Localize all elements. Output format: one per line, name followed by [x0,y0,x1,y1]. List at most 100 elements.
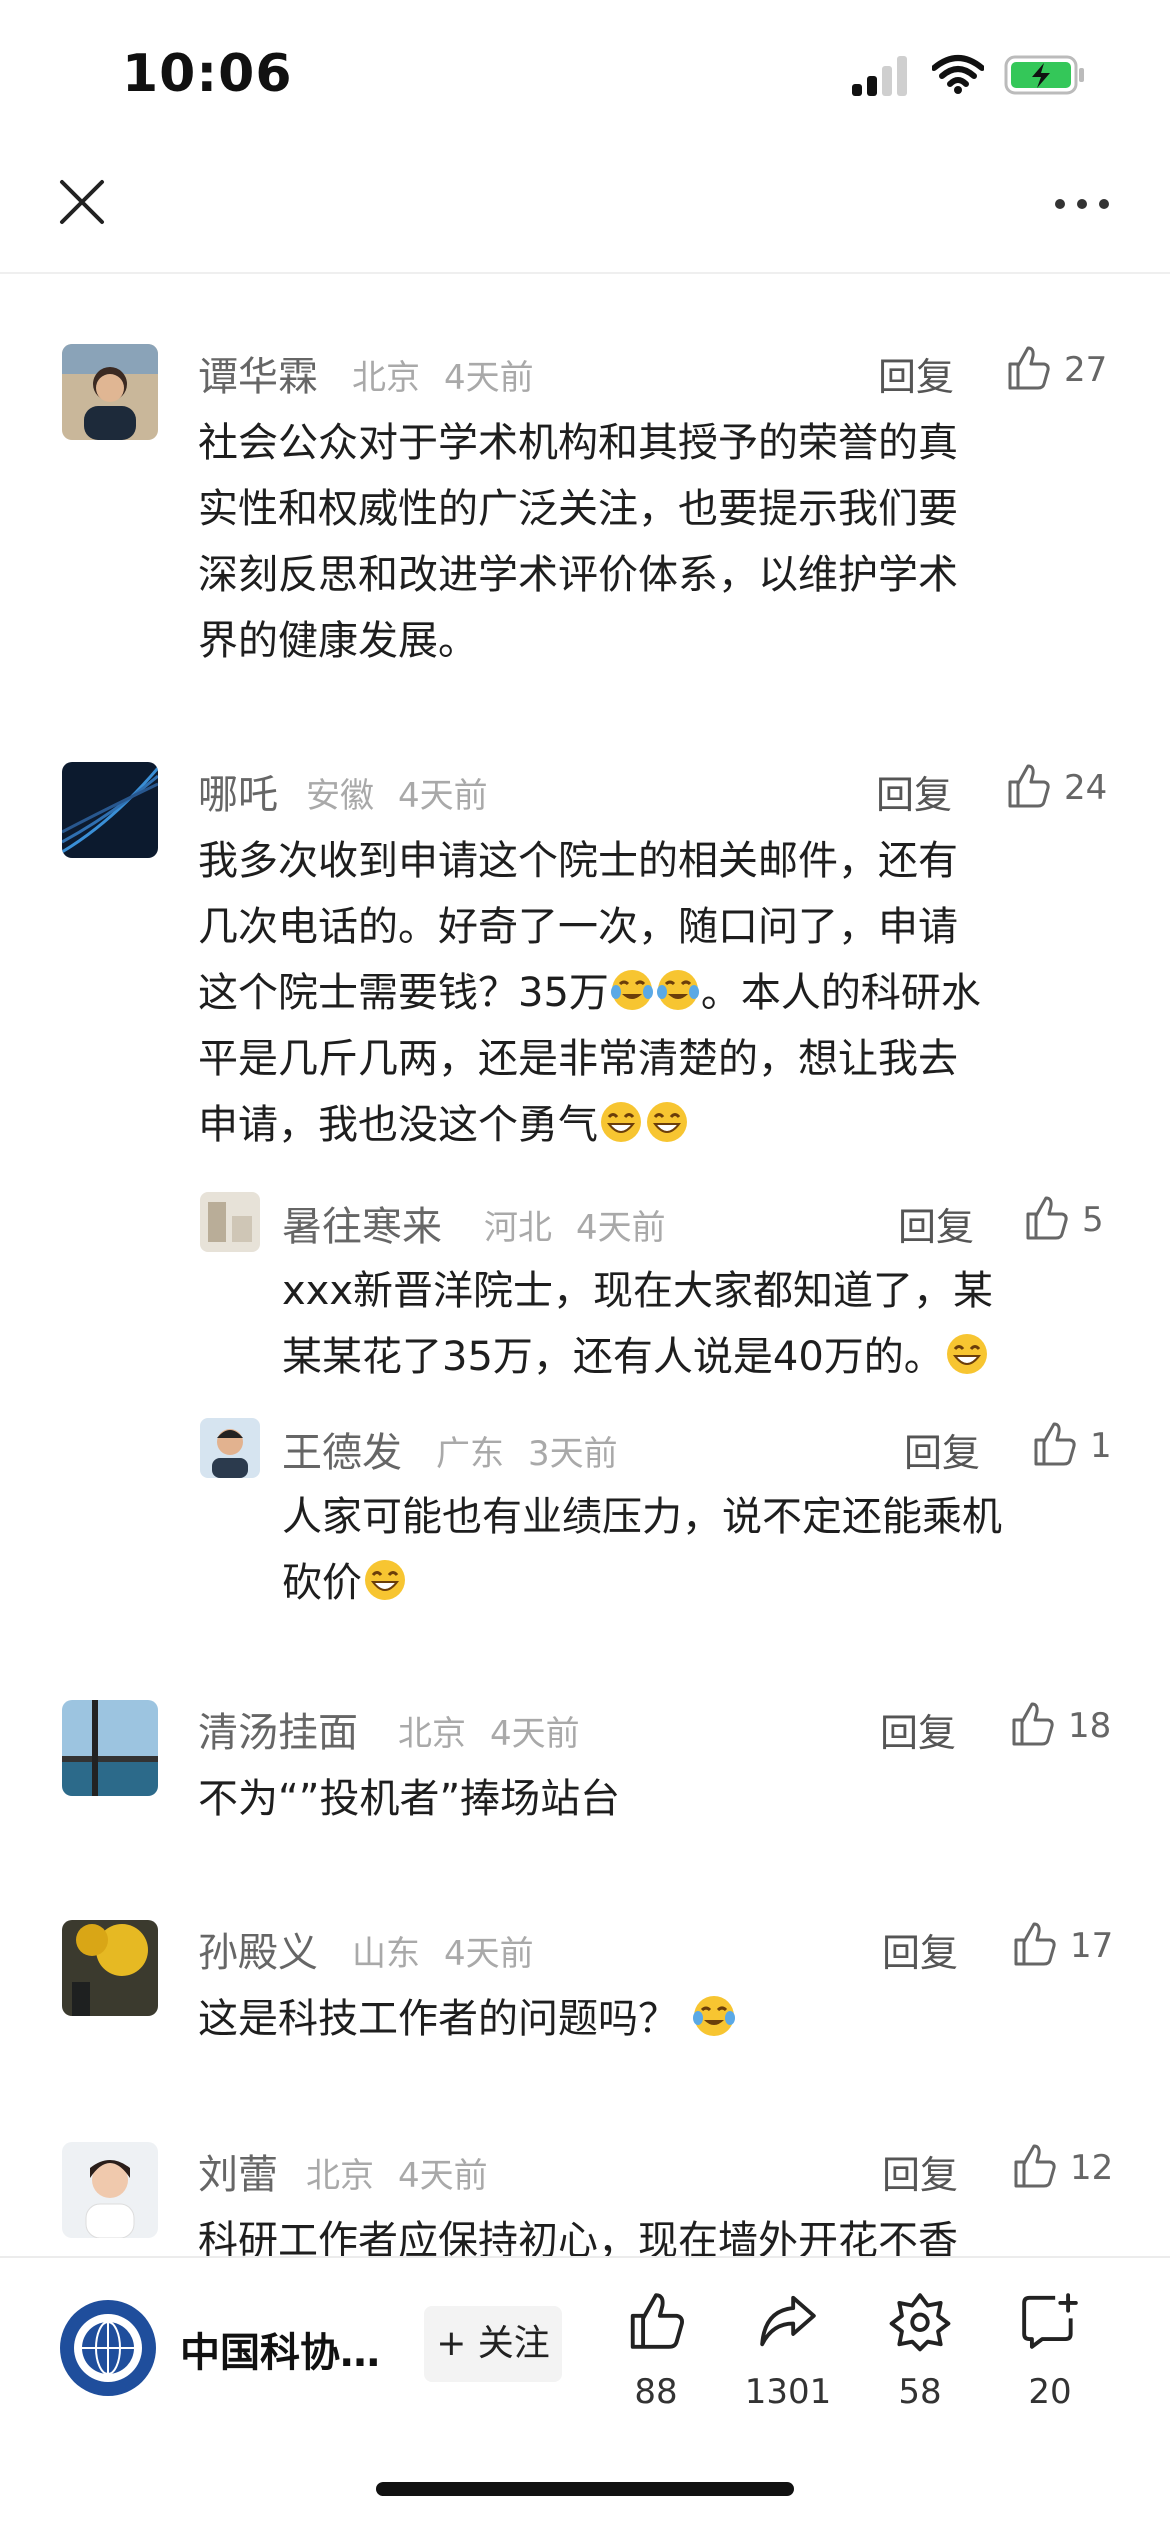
avatar[interactable] [62,762,158,858]
comment-line: 不为“”投机者”捧场站台 [198,1776,621,1822]
comment-location: 北京 [306,2156,374,2196]
avatar[interactable] [200,1192,260,1252]
like-count: 18 [1068,1706,1112,1746]
comment-location: 北京 [352,358,420,398]
reply-location: 河北 [484,1208,552,1248]
comment-author[interactable]: 刘蕾 [198,2142,278,2200]
channel-name[interactable]: 中国科协… [180,2320,380,2378]
comment-line: 社会公众对于学术机构和其授予的荣誉的真 [198,420,958,466]
comment-text: 不为“”投机者”捧场站台 [198,1766,1118,1832]
thumbs-up-icon[interactable] [1010,2142,1058,2190]
reply-button[interactable]: 回复 [904,1422,980,1477]
reply-button[interactable]: 回复 [882,1922,958,1977]
like-count: 17 [1070,1926,1114,1966]
thumbs-up-icon[interactable] [1022,1194,1070,1242]
comment-line-segment: 某某花了35万，还有人说是40万的。 [282,1334,944,1380]
comment-line-segment: 这个院士需要钱？35万 [198,970,609,1016]
comment-line: 几次电话的。好奇了一次，随口问了，申请 [198,904,958,950]
comment-line-segment: 申请，我也没这个勇气 [198,1102,598,1148]
share-action[interactable]: 1301 [728,2290,848,2412]
reply-button[interactable]: 回复 [880,1702,956,1757]
reply-author[interactable]: 暑往寒来 [282,1194,442,1252]
share-count: 1301 [744,2372,832,2412]
comment-line: 这是科技工作者的问题吗？ [198,1986,1118,2052]
thumbs-up-icon[interactable] [1008,1700,1056,1748]
like-count: 5 [1082,1200,1104,1240]
comment-time: 4天前 [398,2156,488,2196]
comment-time: 4天前 [444,1934,534,1974]
thumbs-up-icon[interactable] [1030,1420,1078,1468]
reply-author[interactable]: 王德发 [282,1420,402,1478]
thumbs-up-icon[interactable] [1004,762,1052,810]
like-count: 27 [1064,350,1108,390]
comment-location: 山东 [352,1934,420,1974]
comment-text: 社会公众对于学术机构和其授予的荣誉的真 实性和权威性的广泛关注，也要提示我们要 … [198,410,1118,674]
collect-action[interactable]: 58 [860,2290,980,2412]
comment-time: 4天前 [444,358,534,398]
grinning-emoji-icon [946,1334,987,1374]
comment-text: 这是科技工作者的问题吗？ [198,1986,1118,2052]
battery-charging-icon [1004,55,1084,95]
comment-add-icon [1022,2293,1078,2349]
comment-line: 实性和权威性的广泛关注，也要提示我们要 [198,486,958,532]
comment-location: 北京 [398,1714,466,1754]
wifi-icon [932,55,984,94]
share-icon [760,2295,816,2347]
avatar[interactable] [62,2142,158,2238]
thumbs-up-icon[interactable] [1010,1920,1058,1968]
collect-icon [889,2293,951,2352]
like-count: 88 [634,2372,678,2412]
grinning-emoji-icon [365,1560,405,1600]
comment-line: 某某花了35万，还有人说是40万的。 [282,1324,1132,1390]
comment-line: 界的健康发展。 [198,618,478,664]
comment-line-segment: 砍价 [282,1560,362,1606]
thumbs-up-icon [630,2293,684,2349]
cellular-signal-icon [852,56,907,96]
like-action[interactable]: 88 [596,2290,716,2412]
comment-line-segment: 。本人的科研水 [700,970,981,1016]
comment-line: 平是几斤几两，还是非常清楚的，想让我去 [198,1036,958,1082]
reply-button[interactable]: 回复 [878,346,954,401]
avatar[interactable] [62,344,158,440]
grinning-emoji-icon [647,1102,687,1142]
status-time: 10:06 [122,44,293,104]
comment-line: 我多次收到申请这个院士的相关邮件，还有 [198,838,958,884]
comment-list[interactable]: 谭华霖 北京 4天前 回复 27 社会公众对于学术机构和其授予的荣誉的真 实性和… [0,274,1170,2256]
like-count: 1 [1090,1426,1112,1466]
comment-line-segment: 这是科技工作者的问题吗？ [198,1996,678,2042]
comment-line: 深刻反思和改进学术评价体系，以维护学术 [198,552,958,598]
close-icon[interactable] [58,178,106,226]
channel-logo-icon[interactable] [58,2298,158,2398]
more-icon[interactable] [1052,196,1112,212]
comment-count: 20 [1028,2372,1072,2412]
crying-laughing-emoji-icon [610,970,653,1010]
thumbs-up-icon[interactable] [1004,344,1052,392]
follow-button[interactable]: + 关注 [424,2306,562,2382]
crying-laughing-emoji-icon [656,970,699,1010]
reply-button[interactable]: 回复 [876,764,952,819]
reply-time: 3天前 [528,1434,618,1474]
comment-text: 我多次收到申请这个院士的相关邮件，还有 几次电话的。好奇了一次，随口问了，申请 … [198,828,1128,1158]
like-count: 24 [1064,768,1108,808]
reply-time: 4天前 [576,1208,666,1248]
reply-button[interactable]: 回复 [882,2144,958,2199]
comment-location: 安徽 [306,776,374,816]
comment-time: 4天前 [398,776,488,816]
reply-text: xxx新晋洋院士，现在大家都知道了，某 某某花了35万，还有人说是40万的。 [282,1258,1132,1390]
top-bar [0,140,1170,274]
comment-author[interactable]: 清汤挂面 [198,1700,358,1758]
like-count: 12 [1070,2148,1114,2188]
reply-button[interactable]: 回复 [898,1196,974,1251]
comment-author[interactable]: 哪吒 [198,762,278,820]
grinning-emoji-icon [601,1102,641,1142]
home-indicator[interactable] [376,2482,794,2496]
comment-line: 人家可能也有业绩压力，说不定还能乘机 [282,1494,1002,1540]
avatar[interactable] [62,1700,158,1796]
status-bar: 10:06 [0,0,1170,140]
comment-action[interactable]: 20 [990,2290,1110,2412]
avatar[interactable] [200,1418,260,1478]
avatar[interactable] [62,1920,158,2016]
comment-line: xxx新晋洋院士，现在大家都知道了，某 [282,1268,994,1314]
comment-author[interactable]: 孙殿义 [198,1920,318,1978]
comment-author[interactable]: 谭华霖 [198,344,318,402]
